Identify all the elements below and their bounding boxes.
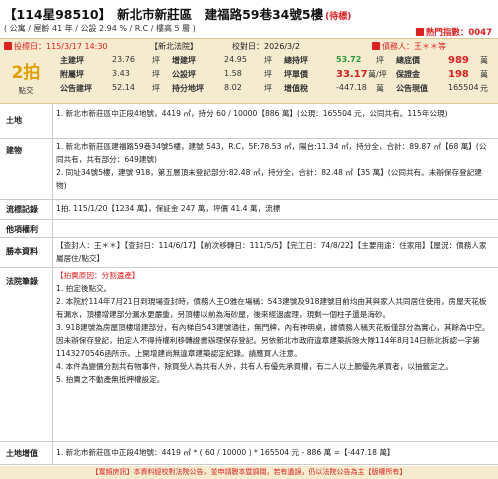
main-area-value: 23.76	[112, 55, 135, 64]
auction-round-box: 2拍 點交	[5, 54, 47, 99]
reserve-price-value: 989	[448, 55, 469, 66]
unit: 萬	[480, 70, 488, 79]
case-number: 【114星98510】	[4, 7, 112, 22]
legal-item: 5. 拍賣之不動產無抵押權設定。	[56, 375, 165, 384]
other-rights-section: 他項權利	[0, 220, 498, 238]
record-label: 流標記錄	[6, 205, 38, 214]
land-label: 土地	[6, 116, 22, 125]
building-section: 建物 1. 新北市新莊區建福路59巷34號5樓，建號 543，R.C，5F:78…	[0, 139, 498, 200]
land-share-label: 持分地坪	[172, 84, 204, 93]
creditor-text: 債務人：王＊＊等	[382, 42, 446, 51]
announced-area-value: 52.14	[112, 83, 135, 92]
hot-index-value: 0047	[468, 28, 492, 38]
building-lines: 1. 新北市新莊區建福路59巷34號5樓，建號 543，R.C，5F:78.53…	[56, 140, 492, 192]
land-tax-label: 增值稅	[284, 84, 308, 93]
tax-section: 土地增值 1. 新北市新莊區中正段4地號：4419 ㎡ * ( 60 / 100…	[0, 442, 498, 465]
flame-icon	[415, 27, 424, 36]
hot-index: 熱門指數：0047	[415, 26, 492, 38]
auction-info-panel: 投標日：115/3/17 14:30 【新北法院】 校對日：2026/3/2 債…	[0, 38, 498, 104]
public-area-value: 1.58	[224, 69, 242, 78]
annex-area-value: 3.43	[112, 69, 130, 78]
announced-area-label: 公告建坪	[60, 84, 92, 93]
check-date: 校對日：2026/3/2	[232, 42, 300, 51]
creditor: 債務人：王＊＊等	[372, 41, 446, 52]
auction-round: 2拍	[11, 63, 41, 83]
survey-text: 【查封人：王＊＊】【查封日：114/6/17】【前次移轉日：111/5/5】【完…	[56, 241, 487, 263]
unit: 元	[480, 84, 488, 93]
land-share-value: 8.02	[224, 83, 242, 92]
status-badge: (待標)	[325, 12, 352, 22]
unit: 坪	[264, 84, 272, 93]
announced-value-label: 公告現值	[396, 84, 428, 93]
legal-item: 3. 918建號為房屋頂樓增建部分，有內梯自543建號通往，無門牌，內有神明桌，…	[56, 323, 490, 358]
page-title: 【114星98510】 新北市新莊區 建福路59巷34號5樓 (待標)	[4, 4, 351, 23]
total-area-value: 53.72	[336, 55, 362, 64]
unit: 坪	[152, 84, 160, 93]
info-col-3: 總持坪 53.72 坪 坪單價 33.17 萬/坪 增值稅 -447.18 萬	[284, 55, 394, 97]
public-area-label: 公設坪	[172, 70, 196, 79]
legal-body: 【拍賣原因：分割遺產】 1. 拍定後點交。 2. 本院於114年7月21日到現場…	[56, 269, 492, 386]
unit: 坪	[264, 70, 272, 79]
bid-date-text: 投標日：115/3/17 14:30	[14, 42, 108, 51]
property-summary: ( 公寓 / 屋齡 41 年 / 公設 2.94 % / R.C / 樓高 5 …	[4, 24, 196, 33]
building-label: 建物	[6, 146, 22, 155]
unit: 坪	[376, 56, 384, 65]
record-text: 1拍. 115/1/20【1234 萬】，保証金 247 萬，坪價 41.4 萬…	[56, 204, 281, 213]
legal-item: 1. 拍定後點交。	[56, 284, 112, 293]
reserve-price-label: 總底價	[396, 56, 420, 65]
tax-label: 土地增值	[6, 449, 38, 458]
building-line: 1. 新北市新莊區建福路59巷34號5樓，建號 543，R.C，5F:78.53…	[56, 142, 487, 164]
person-icon	[372, 41, 380, 50]
unit: 萬	[480, 56, 488, 65]
info-col-1: 主建坪 23.76 坪 附屬坪 3.43 坪 公告建坪 52.14 坪	[60, 55, 170, 97]
unit-price-label: 坪單價	[284, 70, 308, 79]
tax-text: 1. 新北市新莊區中正段4地號：4419 ㎡ * ( 60 / 10000 ) …	[56, 448, 395, 457]
land-line: 1. 新北市新莊區中正段4地號，4419 ㎡，持分 60 / 10000【886…	[56, 109, 448, 118]
main-area-label: 主建坪	[60, 56, 84, 65]
survey-label: 勝本資料	[6, 247, 38, 256]
unit: 萬	[376, 84, 384, 93]
property-address: 新北市新莊區 建福路59巷34號5樓	[117, 7, 324, 22]
auction-type: 點交	[18, 86, 34, 95]
court-name: 【新北法院】	[150, 42, 198, 51]
added-area-label: 增建坪	[172, 56, 196, 65]
footer-notice: 【寬頻房訊】本資料經校對法院公告，並申請謄本暨調閱，若有遺誤，仍以法院公告為主【…	[0, 466, 498, 479]
unit: 坪	[264, 56, 272, 65]
announced-value-value: 165504	[448, 83, 479, 92]
hot-index-label: 熱門指數：	[425, 28, 469, 38]
info-col-2: 增建坪 24.95 坪 公設坪 1.58 坪 持分地坪 8.02 坪	[172, 55, 282, 97]
unit: 坪	[152, 56, 160, 65]
legal-item: 4. 本件為變價分割共有物事件，除買受人為共有人外，共有人有優先承買權，有二人以…	[56, 362, 453, 371]
record-section: 流標記錄 1拍. 115/1/20【1234 萬】，保証金 247 萬，坪價 4…	[0, 200, 498, 220]
header: 【114星98510】 新北市新莊區 建福路59巷34號5樓 (待標) ( 公寓 /…	[0, 0, 498, 38]
legal-section: 法院筆錄 【拍賣原因：分割遺產】 1. 拍定後點交。 2. 本院於114年7月2…	[0, 268, 498, 442]
unit: 萬/坪	[368, 70, 387, 79]
other-rights-label: 他項權利	[6, 225, 38, 234]
building-line: 2. 同址34號5樓，建號 918，第五層頂未登記部分:82.48 ㎡，持分全，…	[56, 168, 482, 190]
legal-label: 法院筆錄	[6, 277, 38, 286]
unit-price-value: 33.17	[336, 69, 368, 80]
annex-area-label: 附屬坪	[60, 70, 84, 79]
bid-date: 投標日：115/3/17 14:30	[4, 41, 108, 52]
info-col-4: 總底價 989 萬 保證金 198 萬 公告現值 165504 元	[396, 55, 494, 97]
deposit-label: 保證金	[396, 70, 420, 79]
total-area-label: 總持坪	[284, 56, 308, 65]
added-area-value: 24.95	[224, 55, 247, 64]
deposit-value: 198	[448, 69, 469, 80]
survey-section: 勝本資料 【查封人：王＊＊】【查封日：114/6/17】【前次移轉日：111/5…	[0, 238, 498, 268]
land-section: 土地 1. 新北市新莊區中正段4地號，4419 ㎡，持分 60 / 10000【…	[0, 104, 498, 139]
gavel-icon	[4, 41, 12, 50]
legal-item: 2. 本院於114年7月21日到現場查封時，債務人王O雅在場稱：543建號及91…	[56, 297, 487, 319]
legal-title: 【拍賣原因：分割遺產】	[56, 271, 140, 280]
unit: 坪	[152, 70, 160, 79]
land-tax-value: -447.18	[336, 83, 367, 92]
